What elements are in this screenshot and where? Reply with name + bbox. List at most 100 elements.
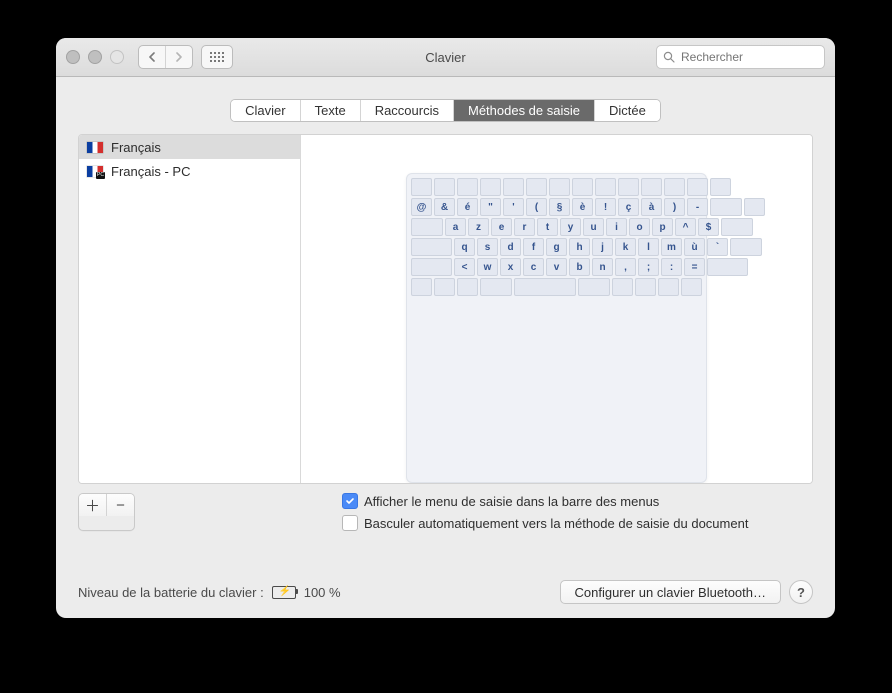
flag-icon	[87, 142, 103, 153]
keyboard-key: =	[684, 258, 705, 276]
keyboard-key	[687, 178, 708, 196]
keyboard-key	[514, 278, 576, 296]
keyboard-key	[721, 218, 753, 236]
grid-icon	[210, 52, 225, 63]
checkbox-show-menu-label: Afficher le menu de saisie dans la barre…	[364, 494, 659, 509]
input-sources-panel: Français PC Français - PC @&é"'(§è!çà)- aze…	[78, 134, 813, 484]
forward-button[interactable]	[165, 46, 192, 68]
keyboard-key: :	[661, 258, 682, 276]
keyboard-key	[635, 278, 656, 296]
keyboard-key	[658, 278, 679, 296]
keyboard-key: -	[687, 198, 708, 216]
keyboard-key: ^	[675, 218, 696, 236]
input-source-item[interactable]: Français	[79, 135, 300, 159]
keyboard-preview: @&é"'(§è!çà)-azertyuiop^$qsdfghjklmù`<wx…	[301, 135, 812, 483]
keyboard-key: v	[546, 258, 567, 276]
minimize-window-button[interactable]	[88, 50, 102, 64]
keyboard-key	[681, 278, 702, 296]
keyboard-key	[457, 178, 478, 196]
battery-label: Niveau de la batterie du clavier :	[78, 585, 264, 600]
preferences-window: Clavier ClavierTexteRaccourcisMéthodes d…	[56, 38, 835, 618]
tab-raccourcis[interactable]: Raccourcis	[361, 100, 454, 121]
keyboard-key: x	[500, 258, 521, 276]
keyboard-key: m	[661, 238, 682, 256]
keyboard-key: @	[411, 198, 432, 216]
keyboard-key	[595, 178, 616, 196]
keyboard-key	[744, 198, 765, 216]
keyboard-key: !	[595, 198, 616, 216]
keyboard-key: ç	[618, 198, 639, 216]
keyboard-key	[411, 278, 432, 296]
zoom-window-button[interactable]	[110, 50, 124, 64]
keyboard-key	[549, 178, 570, 196]
keyboard-key: u	[583, 218, 604, 236]
configure-bt-label: Configurer un clavier Bluetooth…	[575, 585, 767, 600]
keyboard-key	[612, 278, 633, 296]
tab-dict-e[interactable]: Dictée	[595, 100, 660, 121]
close-window-button[interactable]	[66, 50, 80, 64]
remove-input-source-button[interactable]: −	[106, 494, 134, 516]
keyboard-key: a	[445, 218, 466, 236]
show-all-preferences-button[interactable]	[201, 45, 233, 69]
keyboard-row	[411, 178, 702, 196]
keyboard-key: z	[468, 218, 489, 236]
battery-value: 100 %	[304, 585, 341, 600]
window-controls	[66, 50, 124, 64]
keyboard-key: "	[480, 198, 501, 216]
keyboard-key	[710, 178, 731, 196]
nav-buttons	[138, 45, 193, 69]
tab-bar: ClavierTexteRaccourcisMéthodes de saisie…	[230, 99, 661, 122]
keyboard-key: e	[491, 218, 512, 236]
keyboard-row: qsdfghjklmù`	[411, 238, 702, 256]
keyboard-key	[457, 278, 478, 296]
keyboard-key: p	[652, 218, 673, 236]
keyboard-layout: @&é"'(§è!çà)-azertyuiop^$qsdfghjklmù`<wx…	[406, 173, 707, 483]
keyboard-key: $	[698, 218, 719, 236]
keyboard-row: @&é"'(§è!çà)-	[411, 198, 702, 216]
keyboard-key: n	[592, 258, 613, 276]
keyboard-key	[480, 178, 501, 196]
keyboard-key	[572, 178, 593, 196]
search-field-container	[656, 45, 825, 69]
add-input-source-button[interactable]: ＋	[79, 494, 106, 516]
keyboard-key: (	[526, 198, 547, 216]
auto-switch-checkbox-row[interactable]: Basculer automatiquement vers la méthode…	[342, 515, 748, 531]
keyboard-key	[411, 218, 443, 236]
keyboard-row	[411, 278, 702, 296]
keyboard-key: f	[523, 238, 544, 256]
keyboard-key: q	[454, 238, 475, 256]
keyboard-key	[707, 258, 748, 276]
keyboard-key	[480, 278, 512, 296]
search-input[interactable]	[679, 49, 818, 65]
keyboard-key: )	[664, 198, 685, 216]
keyboard-key: y	[560, 218, 581, 236]
configure-bluetooth-keyboard-button[interactable]: Configurer un clavier Bluetooth…	[560, 580, 782, 604]
keyboard-key: h	[569, 238, 590, 256]
tab-texte[interactable]: Texte	[301, 100, 361, 121]
keyboard-row: azertyuiop^$	[411, 218, 702, 236]
keyboard-key	[710, 198, 742, 216]
input-source-label: Français - PC	[111, 164, 190, 179]
checkbox-show-menu[interactable]	[342, 493, 358, 509]
tab-m-thodes-de-saisie[interactable]: Méthodes de saisie	[454, 100, 595, 121]
keyboard-key: o	[629, 218, 650, 236]
keyboard-key	[730, 238, 762, 256]
keyboard-key	[618, 178, 639, 196]
keyboard-key: '	[503, 198, 524, 216]
keyboard-key: è	[572, 198, 593, 216]
keyboard-key: ;	[638, 258, 659, 276]
input-source-item[interactable]: PC Français - PC	[79, 159, 300, 183]
back-button[interactable]	[139, 46, 165, 68]
tab-clavier[interactable]: Clavier	[231, 100, 300, 121]
plus-icon: ＋	[85, 495, 100, 516]
show-input-menu-checkbox-row[interactable]: Afficher le menu de saisie dans la barre…	[342, 493, 748, 509]
minus-icon: −	[116, 497, 125, 514]
checkbox-auto-switch[interactable]	[342, 515, 358, 531]
input-sources-list[interactable]: Français PC Français - PC	[79, 135, 301, 483]
keyboard-key: &	[434, 198, 455, 216]
help-button[interactable]: ?	[789, 580, 813, 604]
keyboard-key	[411, 178, 432, 196]
keyboard-key	[526, 178, 547, 196]
keyboard-key	[578, 278, 610, 296]
pc-badge: PC	[96, 172, 105, 179]
